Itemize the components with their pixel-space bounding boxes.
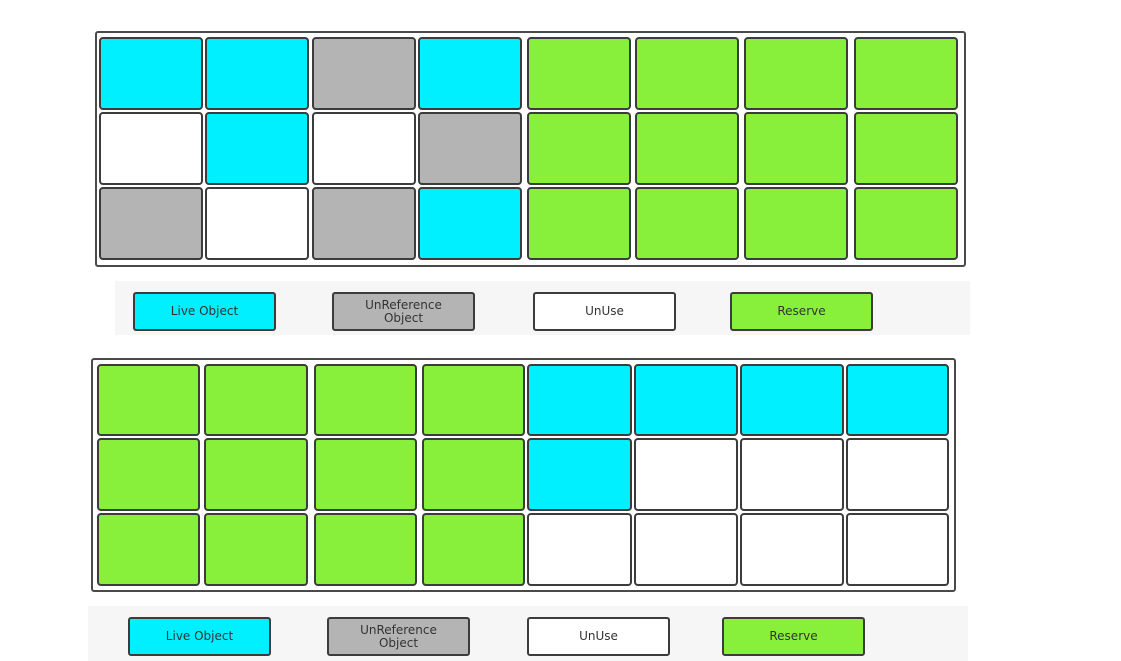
memory-cell-reserve: [854, 112, 958, 185]
memory-cell-live: [99, 37, 203, 110]
memory-cell-unuse: [740, 513, 844, 586]
memory-cell-reserve: [97, 364, 200, 436]
legend-unreferenced: UnReference Object: [332, 292, 475, 331]
memory-cell-unuse: [846, 513, 949, 586]
memory-cell-reserve: [422, 438, 525, 511]
memory-cell-reserve: [635, 37, 739, 110]
memory-cell-live: [205, 112, 309, 185]
legend-reserve: Reserve: [730, 292, 873, 331]
memory-cell-unuse: [740, 438, 844, 511]
memory-cell-reserve: [97, 513, 200, 586]
memory-cell-unuse: [634, 438, 738, 511]
memory-cell-reserve: [422, 513, 525, 586]
memory-cell-reserve: [854, 187, 958, 260]
memory-cell-live: [634, 364, 738, 436]
legend-live: Live Object: [128, 617, 271, 656]
memory-cell-reserve: [97, 438, 200, 511]
memory-cell-unuse: [527, 513, 632, 586]
memory-cell-unuse: [846, 438, 949, 511]
legend-unreferenced: UnReference Object: [327, 617, 470, 656]
memory-cell-reserve: [422, 364, 525, 436]
memory-cell-unuse: [312, 112, 416, 185]
memory-cell-live: [740, 364, 844, 436]
memory-cell-reserve: [314, 513, 417, 586]
memory-cell-reserve: [635, 112, 739, 185]
memory-cell-unreferenced: [418, 112, 522, 185]
legend-live: Live Object: [133, 292, 276, 331]
memory-cell-reserve: [527, 37, 631, 110]
memory-cell-live: [846, 364, 949, 436]
memory-cell-unuse: [205, 187, 309, 260]
legend-unuse: UnUse: [533, 292, 676, 331]
memory-cell-unuse: [99, 112, 203, 185]
memory-cell-reserve: [744, 37, 848, 110]
memory-cell-reserve: [744, 187, 848, 260]
memory-cell-reserve: [204, 438, 308, 511]
memory-cell-reserve: [527, 112, 631, 185]
memory-cell-unuse: [634, 513, 738, 586]
memory-cell-reserve: [527, 187, 631, 260]
memory-cell-reserve: [314, 364, 417, 436]
memory-cell-live: [527, 364, 632, 436]
memory-cell-reserve: [854, 37, 958, 110]
legend-reserve: Reserve: [722, 617, 865, 656]
memory-cell-live: [527, 438, 632, 511]
memory-cell-live: [418, 37, 522, 110]
legend-unuse: UnUse: [527, 617, 670, 656]
memory-cell-reserve: [744, 112, 848, 185]
memory-cell-reserve: [314, 438, 417, 511]
memory-cell-reserve: [204, 364, 308, 436]
memory-cell-unreferenced: [99, 187, 203, 260]
memory-cell-reserve: [635, 187, 739, 260]
memory-cell-live: [205, 37, 309, 110]
memory-cell-unreferenced: [312, 187, 416, 260]
memory-cell-reserve: [204, 513, 308, 586]
memory-cell-live: [418, 187, 522, 260]
memory-cell-unreferenced: [312, 37, 416, 110]
